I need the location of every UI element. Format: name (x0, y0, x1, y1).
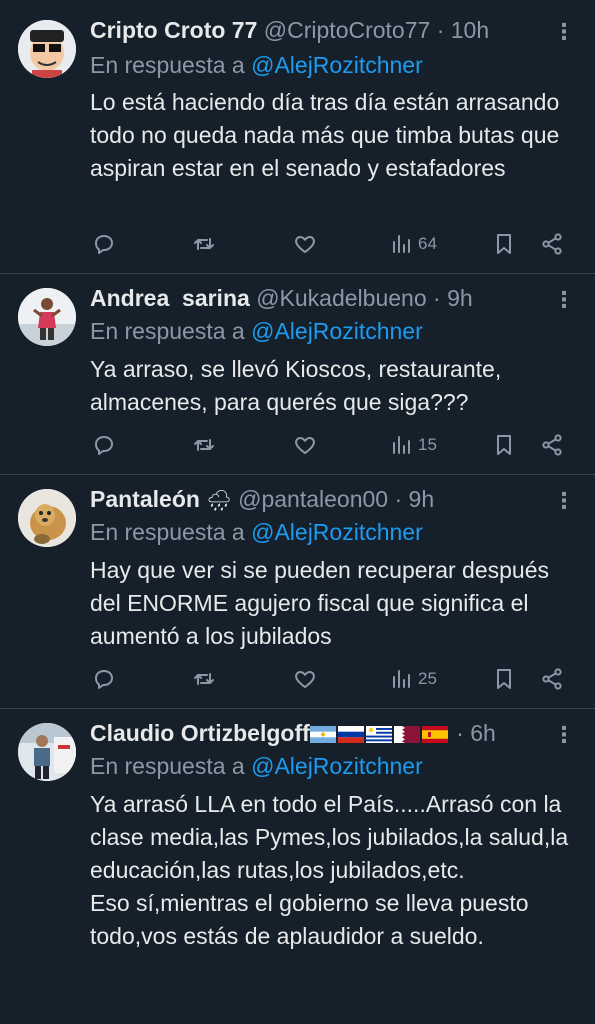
heart-icon (293, 667, 317, 691)
reply-context: En respuesta a @AlejRozitchner (90, 50, 423, 80)
bar-chart-icon (390, 232, 414, 256)
display-name[interactable]: Claudio Ortizbelgoff (90, 720, 310, 746)
person-photo-avatar-image (18, 288, 76, 346)
user-handle[interactable]: @Kukadelbueno (256, 285, 426, 311)
share-button[interactable] (540, 229, 564, 259)
timestamp[interactable]: 9h (447, 285, 473, 311)
bookmark-icon (492, 433, 516, 457)
tweet-text: Lo está haciendo día tras día están arra… (90, 89, 560, 181)
reply-mention-link[interactable]: @AlejRozitchner (251, 52, 423, 78)
display-name[interactable]: Andrea sarina (90, 285, 250, 311)
cartoon-avatar-image (18, 20, 76, 78)
bookmark-icon (492, 232, 516, 256)
bookmark-button[interactable] (492, 229, 516, 259)
avatar[interactable] (18, 288, 76, 346)
timestamp[interactable]: 6h (470, 720, 496, 746)
tweet-header: Andrea sarina @Kukadelbueno · 9h (90, 283, 555, 313)
reply-icon (92, 232, 116, 256)
retweet-icon (192, 232, 216, 256)
reply-button[interactable] (92, 229, 116, 259)
person-airplane-avatar-image (18, 723, 76, 781)
retweet-button[interactable] (192, 229, 216, 259)
like-button[interactable] (293, 229, 317, 259)
retweet-icon (192, 433, 216, 457)
dog-photo-avatar-image (18, 489, 76, 547)
views-count: 25 (418, 669, 437, 688)
reply-mention-link[interactable]: @AlejRozitchner (251, 519, 423, 545)
spain-flag-icon (421, 726, 448, 744)
timestamp[interactable]: 9h (409, 486, 435, 512)
reply-mention-link[interactable]: @AlejRozitchner (251, 318, 423, 344)
reply-prefix: En respuesta a (90, 52, 245, 78)
reply-icon (92, 667, 116, 691)
reply-prefix: En respuesta a (90, 519, 245, 545)
tweet[interactable]: Cripto Croto 77 @CriptoCroto77 · 10h ⋮ E… (0, 0, 595, 274)
views-count: 15 (418, 435, 437, 454)
uruguay-flag-icon (365, 726, 392, 744)
bar-chart-icon (390, 667, 414, 691)
reply-icon (92, 433, 116, 457)
views-button[interactable]: 64 (390, 229, 437, 259)
share-button[interactable] (540, 664, 564, 694)
rain-cloud-icon: 🌧 (206, 490, 232, 512)
more-options-icon[interactable]: ⋮ (553, 285, 575, 315)
tweet-header: Pantaleón 🌧 @pantaleon00 · 9h (90, 484, 555, 516)
reply-prefix: En respuesta a (90, 753, 245, 779)
timestamp[interactable]: 10h (451, 17, 489, 43)
tweet[interactable]: Andrea sarina @Kukadelbueno · 9h ⋮ En re… (0, 274, 595, 475)
separator: · (394, 486, 403, 512)
retweet-button[interactable] (192, 664, 216, 694)
like-button[interactable] (293, 664, 317, 694)
views-button[interactable]: 15 (390, 430, 437, 460)
retweet-icon (192, 667, 216, 691)
qatar-flag-icon (393, 726, 420, 744)
action-bar: 15 (90, 430, 570, 460)
separator: · (433, 285, 441, 311)
views-count: 64 (418, 234, 437, 253)
user-handle[interactable]: @CriptoCroto77 (264, 17, 431, 43)
argentina-flag-icon (309, 726, 336, 744)
reply-context: En respuesta a @AlejRozitchner (90, 316, 423, 346)
more-options-icon[interactable]: ⋮ (553, 17, 575, 47)
tweet-header: Cripto Croto 77 @CriptoCroto77 · 10h (90, 15, 555, 45)
russia-flag-icon (337, 726, 364, 744)
bookmark-icon (492, 667, 516, 691)
action-bar: 25 (90, 664, 570, 694)
reply-button[interactable] (92, 430, 116, 460)
share-icon (540, 433, 564, 457)
separator: · (436, 17, 445, 43)
display-name[interactable]: Cripto Croto 77 (90, 17, 257, 43)
heart-icon (293, 232, 317, 256)
tweet[interactable]: Claudio Ortizbelgoff · 6h ⋮ En respuesta… (0, 709, 595, 1024)
more-options-icon[interactable]: ⋮ (553, 720, 575, 750)
more-options-icon[interactable]: ⋮ (553, 486, 575, 516)
avatar[interactable] (18, 723, 76, 781)
bookmark-button[interactable] (492, 430, 516, 460)
share-icon (540, 667, 564, 691)
reply-context: En respuesta a @AlejRozitchner (90, 751, 423, 781)
tweet-text: Ya arrasó LLA en todo el País.....Arrasó… (90, 791, 569, 949)
views-button[interactable]: 25 (390, 664, 437, 694)
retweet-button[interactable] (192, 430, 216, 460)
tweet-text: Hay que ver si se pueden recuperar despu… (90, 557, 550, 649)
reply-mention-link[interactable]: @AlejRozitchner (251, 753, 423, 779)
reply-button[interactable] (92, 664, 116, 694)
bookmark-button[interactable] (492, 664, 516, 694)
avatar[interactable] (18, 489, 76, 547)
tweet[interactable]: Pantaleón 🌧 @pantaleon00 · 9h ⋮ En respu… (0, 475, 595, 709)
bar-chart-icon (390, 433, 414, 457)
reply-context: En respuesta a @AlejRozitchner (90, 517, 423, 547)
reply-prefix: En respuesta a (90, 318, 245, 344)
tweet-text: Ya arraso, se llevó Kioscos, restaurante… (90, 356, 502, 415)
action-bar: 64 (90, 229, 570, 259)
avatar[interactable] (18, 20, 76, 78)
separator: · (456, 720, 464, 746)
user-handle[interactable]: @pantaleon00 (238, 486, 388, 512)
share-icon (540, 232, 564, 256)
like-button[interactable] (293, 430, 317, 460)
share-button[interactable] (540, 430, 564, 460)
display-name[interactable]: Pantaleón (90, 486, 200, 512)
tweet-header: Claudio Ortizbelgoff · 6h (90, 718, 555, 748)
heart-icon (293, 433, 317, 457)
